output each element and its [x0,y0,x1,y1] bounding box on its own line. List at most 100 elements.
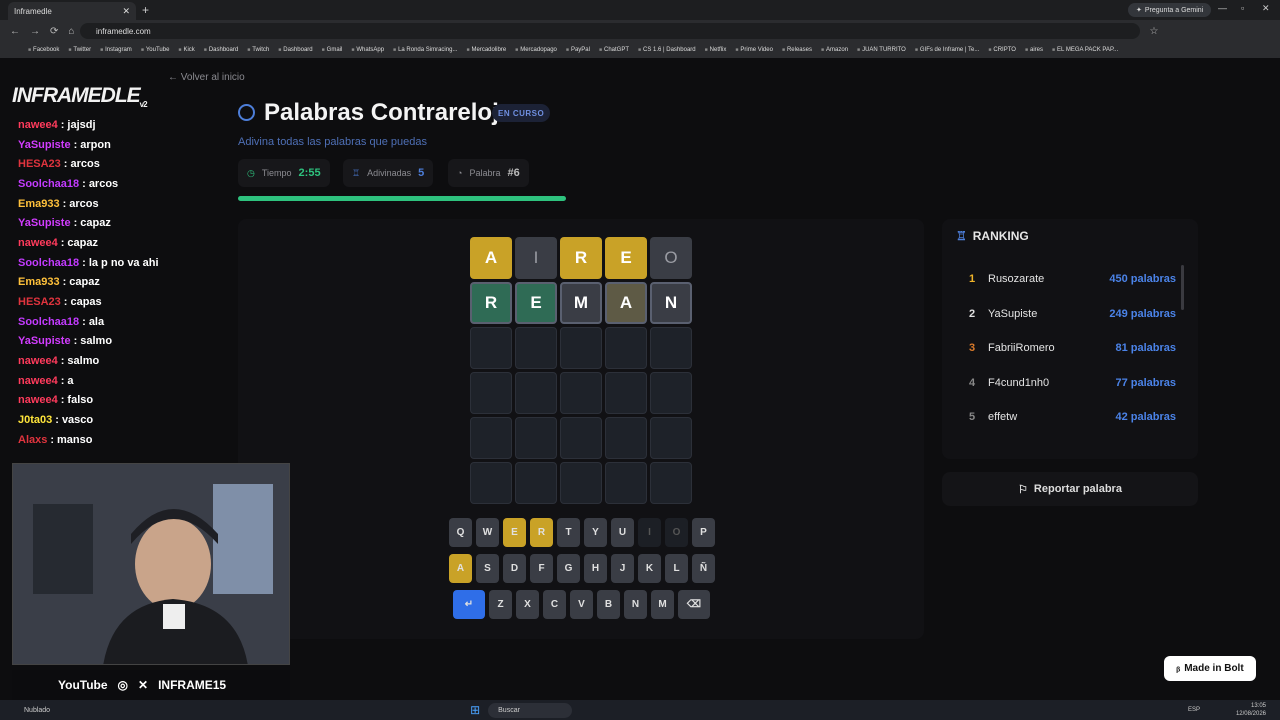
back-link[interactable]: ← Volver al inicio [168,72,245,83]
key-m[interactable]: M [651,590,674,619]
close-tab-icon[interactable]: ✕ [122,6,130,17]
key-a[interactable]: A [449,554,472,583]
key-z[interactable]: Z [489,590,512,619]
key-x[interactable]: X [516,590,539,619]
bookmark-item[interactable]: EL MEGA PACK PAP... [1052,47,1118,53]
bookmark-item[interactable]: ChatGPT [599,47,629,53]
key-b[interactable]: B [597,590,620,619]
forward-arrow-icon[interactable]: → [30,26,40,37]
home-icon[interactable]: ⌂ [68,26,74,37]
key-w[interactable]: W [476,518,499,547]
bookmark-item[interactable]: Instagram [100,47,132,53]
chat-separator: : [60,236,65,249]
bookmark-item[interactable]: Releases [782,47,812,53]
chat-text: arcos [69,197,99,210]
bookmark-item[interactable]: Dashboard [204,47,238,53]
report-word-button[interactable]: ⚐ Reportar palabra [942,472,1198,506]
taskbar-search[interactable]: Buscar [488,702,573,718]
bookmark-item[interactable]: WhatsApp [351,47,384,53]
bookmark-item[interactable]: Twitter [68,47,91,53]
chat-message: J0ta03: vasco [18,410,228,430]
stopwatch-icon [238,104,255,121]
chat-text: a [67,374,74,387]
browser-tab[interactable]: Inframedle ✕ [8,2,136,20]
bookmark-item[interactable]: PayPal [566,47,590,53]
bookmark-item[interactable]: JUAN TURRITO [857,47,906,53]
key-p[interactable]: P [692,518,715,547]
chat-message: Ema933: capaz [18,273,228,293]
letter-tile [560,372,602,414]
key-l[interactable]: L [665,554,688,583]
bookmark-item[interactable]: Prime Video [735,47,773,53]
chat-separator: : [73,335,78,348]
close-window-icon[interactable]: ✕ [1262,3,1270,14]
key-i[interactable]: I [638,518,661,547]
key-y[interactable]: Y [584,518,607,547]
key-c[interactable]: C [543,590,566,619]
key-j[interactable]: J [611,554,634,583]
letter-tile: O [650,237,692,279]
chat-message: Soolchaa18: la p no va ahi [18,253,228,273]
key-k[interactable]: K [638,554,661,583]
made-in-bolt-badge[interactable]: ᵦ Made in Bolt [1164,656,1256,681]
bookmark-item[interactable]: Gmail [322,47,343,53]
bookmark-item[interactable]: YouTube [141,47,170,53]
key-r[interactable]: R [530,518,553,547]
chat-text: capaz [67,236,98,249]
new-tab-icon[interactable]: + [142,3,149,17]
bookmark-item[interactable]: CS 1.6 | Dashboard [638,47,696,53]
time-stat: ◷ Tiempo 2:55 [238,159,330,187]
bookmark-item[interactable]: Twitch [247,47,269,53]
backspace-key[interactable]: ⌫ [678,590,710,619]
key-ñ[interactable]: Ñ [692,554,715,583]
reload-icon[interactable]: ⟳ [50,26,58,37]
ranking-row: 5 effetw 42 palabras [956,400,1176,434]
key-n[interactable]: N [624,590,647,619]
key-q[interactable]: Q [449,518,472,547]
star-icon[interactable]: ☆ [1149,26,1158,37]
letter-tile: I [515,237,557,279]
key-t[interactable]: T [557,518,580,547]
chat-message: Alaxs: manso [18,430,228,450]
bookmark-item[interactable]: Mercadopago [515,47,557,53]
back-arrow-icon[interactable]: ← [10,26,20,37]
bookmark-item[interactable]: GIFs de Inframe | Te... [915,47,979,53]
twitter-icon: ✕ [138,678,149,692]
key-f[interactable]: F [530,554,553,583]
gemini-button[interactable]: ✦ Pregunta a Gemini [1128,3,1212,17]
bookmark-item[interactable]: Kick [178,47,194,53]
bookmark-item[interactable]: Dashboard [278,47,312,53]
key-v[interactable]: V [570,590,593,619]
key-s[interactable]: S [476,554,499,583]
bookmark-item[interactable]: aires [1025,47,1043,53]
key-e[interactable]: E [503,518,526,547]
ranking-scrollbar[interactable] [1181,265,1184,310]
chat-message: YaSupiste: capaz [18,213,228,233]
bookmark-item[interactable]: CRIPTO [988,47,1016,53]
bookmark-item[interactable]: Amazon [821,47,848,53]
language-indicator[interactable]: ESP [1188,707,1200,713]
word-label: Palabra [469,168,501,178]
page-subtitle: Adivina todas las palabras que puedas [238,136,427,148]
key-o[interactable]: O [665,518,688,547]
letter-tile [515,327,557,369]
bookmark-item[interactable]: Mercadolibre [466,47,506,53]
url-input[interactable]: inframedle.com [80,23,1140,39]
bookmarks-bar: Facebook Twitter Instagram YouTube Kick Dashb… [0,42,1280,58]
key-u[interactable]: U [611,518,634,547]
windows-start-icon[interactable]: ⊞ [470,703,480,717]
key-h[interactable]: H [584,554,607,583]
bookmark-item[interactable]: Netflix [705,47,727,53]
minimize-icon[interactable]: — [1218,3,1227,13]
maximize-icon[interactable]: ▫ [1241,3,1244,13]
bookmark-item[interactable]: Facebook [28,47,59,53]
key-d[interactable]: D [503,554,526,583]
taskbar-clock[interactable]: 13:05 12/08/2026 [1236,702,1266,718]
bookmark-item[interactable]: La Ronda Simracing... [393,47,457,53]
key-g[interactable]: G [557,554,580,583]
chat-username: Soolchaa18 [18,315,80,328]
page-title: Palabras Contrareloj [264,99,499,126]
enter-key[interactable]: ↵ [453,590,485,619]
ranking-name: Rusozarate [988,273,1045,285]
chat-message: Soolchaa18: ala [18,312,228,332]
